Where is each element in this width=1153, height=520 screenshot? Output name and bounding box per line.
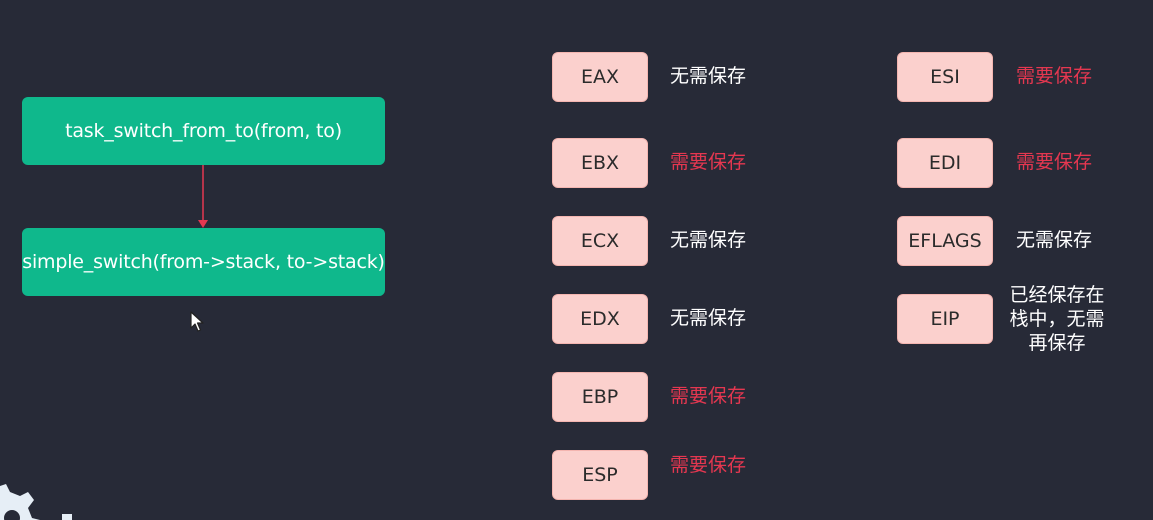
register-ebp-note: 需要保存	[670, 385, 747, 407]
register-name: ECX	[580, 230, 620, 252]
mouse-cursor-icon	[190, 311, 204, 332]
register-name: EDI	[928, 152, 962, 174]
register-ecx: ECX	[552, 216, 648, 266]
register-ebx: EBX	[552, 138, 648, 188]
register-esp-note: 需要保存	[670, 454, 747, 476]
register-name: EDX	[580, 308, 620, 330]
register-edx: EDX	[552, 294, 648, 344]
register-ebx-note: 需要保存	[670, 151, 747, 173]
register-ebp: EBP	[552, 372, 648, 422]
register-name: EAX	[580, 66, 620, 88]
register-name: EBX	[580, 152, 620, 174]
register-name: ESI	[930, 66, 960, 88]
register-eax-note: 无需保存	[670, 65, 747, 87]
register-eflags: EFLAGS	[897, 216, 993, 266]
register-esp: ESP	[552, 450, 648, 500]
simple-switch-label: simple_switch(from->stack, to->stack)	[22, 251, 385, 273]
register-edi: EDI	[897, 138, 993, 188]
register-name: EIP	[930, 308, 960, 330]
register-eflags-note: 无需保存	[1016, 229, 1093, 251]
register-name: EFLAGS	[908, 230, 982, 252]
gear-icon	[0, 484, 72, 520]
register-eax: EAX	[552, 52, 648, 102]
register-esi: ESI	[897, 52, 993, 102]
simple-switch-box: simple_switch(from->stack, to->stack)	[22, 228, 385, 296]
register-edi-note: 需要保存	[1016, 151, 1093, 173]
register-edx-note: 无需保存	[670, 307, 747, 329]
register-ecx-note: 无需保存	[670, 229, 747, 251]
register-eip: EIP	[897, 294, 993, 344]
arrow-head	[198, 220, 208, 228]
register-esi-note: 需要保存	[1016, 65, 1093, 87]
register-eip-note: 已经保存在 栈中，无需 再保存	[1009, 284, 1105, 354]
register-name: EBP	[581, 386, 619, 408]
register-name: ESP	[582, 464, 618, 486]
